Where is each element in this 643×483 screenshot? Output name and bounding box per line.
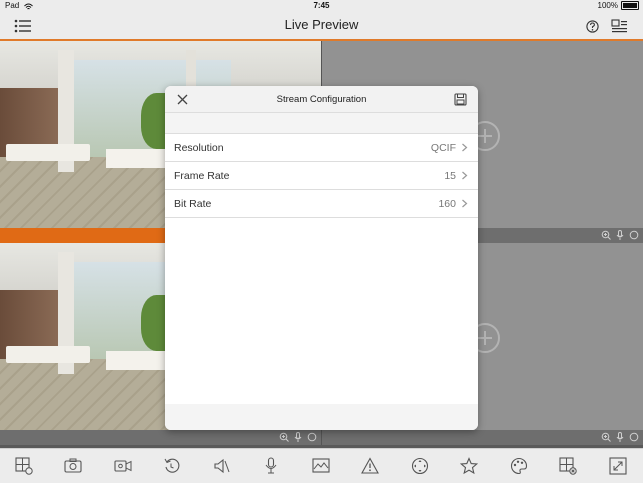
chevron-right-icon (462, 143, 468, 152)
chevron-right-icon (462, 171, 468, 180)
close-all-icon[interactable] (559, 457, 577, 475)
battery-indicator: 100% (598, 1, 639, 10)
zoom-icon[interactable] (601, 230, 611, 240)
microphone-icon[interactable] (615, 432, 625, 442)
window-3-toolbar (0, 430, 321, 445)
status-circle-icon (307, 432, 317, 442)
battery-icon (621, 1, 639, 10)
microphone-icon[interactable] (293, 432, 303, 442)
frame-rate-row[interactable]: Frame Rate 15 (165, 162, 478, 190)
fullscreen-icon[interactable] (609, 457, 627, 475)
dialog-footer (165, 404, 478, 430)
frame-rate-value: 15 (444, 170, 456, 182)
playback-icon[interactable] (163, 457, 181, 475)
zoom-icon[interactable] (601, 432, 611, 442)
page-title: Live Preview (284, 17, 359, 32)
nav-bar: Live Preview (0, 13, 643, 39)
status-circle-icon (629, 230, 639, 240)
favorite-icon[interactable] (460, 457, 478, 475)
battery-percent: 100% (597, 1, 618, 10)
resolution-label: Resolution (174, 142, 224, 154)
bit-rate-value: 160 (438, 198, 456, 210)
dialog-header: Stream Configuration (165, 86, 478, 113)
window-4-toolbar (322, 430, 643, 445)
save-icon[interactable] (454, 93, 467, 106)
bit-rate-label: Bit Rate (174, 198, 212, 210)
bottom-toolbar (0, 448, 643, 483)
image-icon[interactable] (312, 457, 330, 475)
zoom-icon[interactable] (279, 432, 289, 442)
resolution-value: QCIF (430, 142, 456, 154)
bit-rate-row[interactable]: Bit Rate 160 (165, 190, 478, 218)
frame-rate-label: Frame Rate (174, 170, 230, 182)
dialog-title: Stream Configuration (276, 94, 367, 105)
color-icon[interactable] (510, 457, 528, 475)
window-split-icon[interactable] (15, 457, 33, 475)
ptz-icon[interactable] (411, 457, 429, 475)
talk-icon[interactable] (262, 457, 280, 475)
status-circle-icon (629, 432, 639, 442)
snapshot-icon[interactable] (64, 457, 82, 475)
chevron-right-icon (462, 199, 468, 208)
resolution-row[interactable]: Resolution QCIF (165, 134, 478, 162)
status-bar: Pad 7:45 100% (0, 0, 643, 13)
audio-icon[interactable] (213, 457, 231, 475)
microphone-icon[interactable] (615, 230, 625, 240)
record-icon[interactable] (114, 457, 132, 475)
layout-switch-icon[interactable] (611, 19, 628, 34)
dialog-spacer (165, 113, 478, 134)
help-icon[interactable] (586, 20, 599, 33)
status-time: 7:45 (313, 1, 330, 10)
alarm-icon[interactable] (361, 457, 379, 475)
stream-config-dialog: Stream Configuration Resolution QCIF Fra… (165, 86, 478, 430)
